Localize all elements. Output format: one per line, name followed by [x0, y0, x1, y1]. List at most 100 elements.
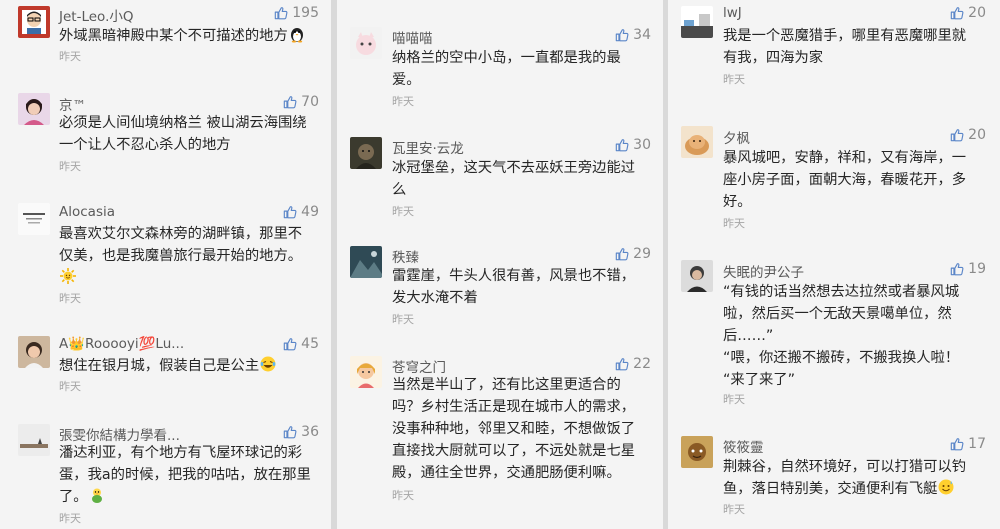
avatar[interactable] [350, 27, 382, 59]
avatar[interactable] [350, 137, 382, 169]
like-button[interactable]: 19 [950, 261, 986, 277]
timestamp: 昨天 [59, 512, 81, 525]
thumbs-up-icon [950, 437, 964, 451]
comment-item: 喵喵喵 34 纳格兰的空中小岛，一直都是我的最 爱。 昨天 [337, 0, 663, 110]
like-count: 29 [633, 246, 651, 262]
comment-line: 外域黑暗神殿中某个不可描述的地方 [59, 28, 288, 44]
commenter-name[interactable]: 苍穹之门 [392, 356, 446, 376]
like-button[interactable]: 20 [950, 5, 986, 21]
commenter-name[interactable]: 張雯你結構力學看... [59, 424, 180, 444]
comment-line: 想住在银月城，假装自己是公主 [59, 358, 260, 374]
comment-text: 我是一个恶魔猎手，哪里有恶魔哪里就 有我，四海为家 [723, 25, 966, 69]
commenter-name[interactable]: 瓦里安·云龙 [392, 137, 464, 157]
like-button[interactable]: 30 [615, 137, 651, 153]
like-count: 30 [633, 137, 651, 153]
comment-item: lwJ 20 我是一个恶魔猎手，哪里有恶魔哪里就 有我，四海为家 昨天 [668, 0, 1000, 110]
like-button[interactable]: 45 [283, 336, 319, 352]
comment-item: 失眠的尹公子 19 “有钱的话当然想去达拉然或者暴风城 啦，然后买一个无敌天景噶… [668, 254, 1000, 414]
like-count: 34 [633, 27, 651, 43]
timestamp: 昨天 [723, 73, 745, 86]
timestamp: 昨天 [723, 503, 745, 516]
laughing-tears-emoji [259, 355, 277, 373]
like-count: 17 [968, 436, 986, 452]
comment-text: 冰冠堡垒，这天气不去巫妖王旁边能过 么 [392, 157, 635, 201]
thumbs-up-icon [283, 337, 297, 351]
thumbs-up-icon [615, 357, 629, 371]
avatar[interactable] [18, 93, 50, 125]
commenter-name[interactable]: Jet-Leo.小Q [59, 5, 133, 25]
comment-line: 了。 [59, 489, 88, 505]
comment-item: 秩臻 29 雷霆崖，牛头人很有善，风景也不错， 发大水淹不着 昨天 [337, 240, 663, 340]
timestamp: 昨天 [59, 160, 81, 173]
timestamp: 昨天 [723, 393, 745, 406]
comment-line: 有我，四海为家 [723, 50, 824, 66]
comment-item: 夕枫 20 暴风城吧，安静，祥和，又有海岸，一 座小房子面，面朝大海，春暖花开，… [668, 120, 1000, 240]
timestamp: 昨天 [392, 205, 414, 218]
avatar[interactable] [18, 336, 50, 368]
like-button[interactable]: 22 [615, 356, 651, 372]
comment-text: 雷霆崖，牛头人很有善，风景也不错， 发大水淹不着 [392, 265, 635, 309]
avatar[interactable] [681, 436, 713, 468]
sweat-smile-emoji [937, 478, 955, 496]
comment-text: 外域黑暗神殿中某个不可描述的地方 [59, 25, 306, 47]
comment-line: 一个让人不忍心杀人的地方 [59, 137, 231, 153]
comment-text: 潘达利亚，有个地方有飞屋环球记的彩 蛋，我a的时候，把我的咕咕，放在那里 了。 [59, 442, 311, 508]
timestamp: 昨天 [723, 217, 745, 230]
like-button[interactable]: 70 [283, 94, 319, 110]
timestamp: 昨天 [392, 313, 414, 326]
avatar[interactable] [681, 6, 713, 38]
like-count: 22 [633, 356, 651, 372]
thumbs-up-icon [615, 28, 629, 42]
comment-line: 我是一个恶魔猎手，哪里有恶魔哪里就 [723, 28, 967, 44]
commenter-name[interactable]: A👑Rooooyi💯Lu... [59, 336, 184, 352]
comment-text: 当然是半山了，还有比这里更适合的 吗？乡村生活正是现在城市人的需求， 没事种种地… [392, 374, 635, 484]
comment-line: 座小房子面，面朝大海，春暖花开，多 [723, 172, 967, 188]
comment-line: 潘达利亚，有个地方有飞屋环球记的彩 [59, 445, 303, 461]
like-button[interactable]: 34 [615, 27, 651, 43]
timestamp: 昨天 [59, 380, 81, 393]
commenter-name[interactable]: 秩臻 [392, 246, 419, 266]
comment-line: 吗？乡村生活正是现在城市人的需求， [392, 399, 636, 415]
like-count: 20 [968, 5, 986, 21]
commenter-name[interactable]: 喵喵喵 [392, 27, 433, 47]
like-button[interactable]: 36 [283, 424, 319, 440]
avatar[interactable] [681, 260, 713, 292]
commenter-name[interactable]: 夕枫 [723, 127, 750, 147]
comment-line: 么 [392, 182, 407, 198]
avatar[interactable] [350, 356, 382, 388]
comment-text: 必须是人间仙境纳格兰 被山湖云海围绕 一个让人不忍心杀人的地方 [59, 112, 307, 156]
like-count: 49 [301, 204, 319, 220]
like-button[interactable]: 17 [950, 436, 986, 452]
commenter-name[interactable]: 京™ [59, 94, 86, 114]
like-button[interactable]: 29 [615, 246, 651, 262]
avatar[interactable] [18, 6, 50, 38]
like-button[interactable]: 49 [283, 204, 319, 220]
comment-line: 仅美，也是我魔兽旅行最开始的地方。 [59, 248, 303, 264]
avatar[interactable] [350, 246, 382, 278]
commenter-name[interactable]: lwJ [723, 5, 742, 21]
thumbs-up-icon [615, 247, 629, 261]
comment-line: 雷霆崖，牛头人很有善，风景也不错， [392, 268, 636, 284]
commenter-name[interactable]: 失眠的尹公子 [723, 261, 804, 281]
avatar[interactable] [18, 203, 50, 235]
avatar[interactable] [681, 126, 713, 158]
comment-item: 苍穹之门 22 当然是半山了，还有比这里更适合的 吗？乡村生活正是现在城市人的需… [337, 350, 663, 529]
like-button[interactable]: 195 [274, 5, 319, 21]
comment-text: 想住在银月城，假装自己是公主 [59, 355, 277, 377]
commenter-name[interactable]: 筱筱靈 [723, 436, 764, 456]
comment-line: “有钱的话当然想去达拉然或者暴风城 [723, 284, 960, 300]
comment-text: 纳格兰的空中小岛，一直都是我的最 爱。 [392, 47, 621, 91]
comment-line: “来了来了” [723, 372, 796, 388]
thumbs-up-icon [283, 95, 297, 109]
comment-item: 張雯你結構力學看... 36 潘达利亚，有个地方有飞屋环球记的彩 蛋，我a的时候… [0, 418, 331, 529]
commenter-name[interactable]: Alocasia [59, 204, 115, 220]
like-button[interactable]: 20 [950, 127, 986, 143]
comment-column-1: Jet-Leo.小Q 195 外域黑暗神殿中某个不可描述的地方 昨天 京™ 70… [0, 0, 331, 529]
like-count: 20 [968, 127, 986, 143]
timestamp: 昨天 [59, 50, 81, 63]
thumbs-up-icon [950, 6, 964, 20]
avatar[interactable] [18, 424, 50, 456]
comment-board: Jet-Leo.小Q 195 外域黑暗神殿中某个不可描述的地方 昨天 京™ 70… [0, 0, 1000, 529]
penguin-emoji [288, 25, 306, 43]
comment-item: 筱筱靈 17 荆棘谷，自然环境好，可以打猎可以钓 鱼，落日特别美，交通便利有飞艇… [668, 430, 1000, 529]
